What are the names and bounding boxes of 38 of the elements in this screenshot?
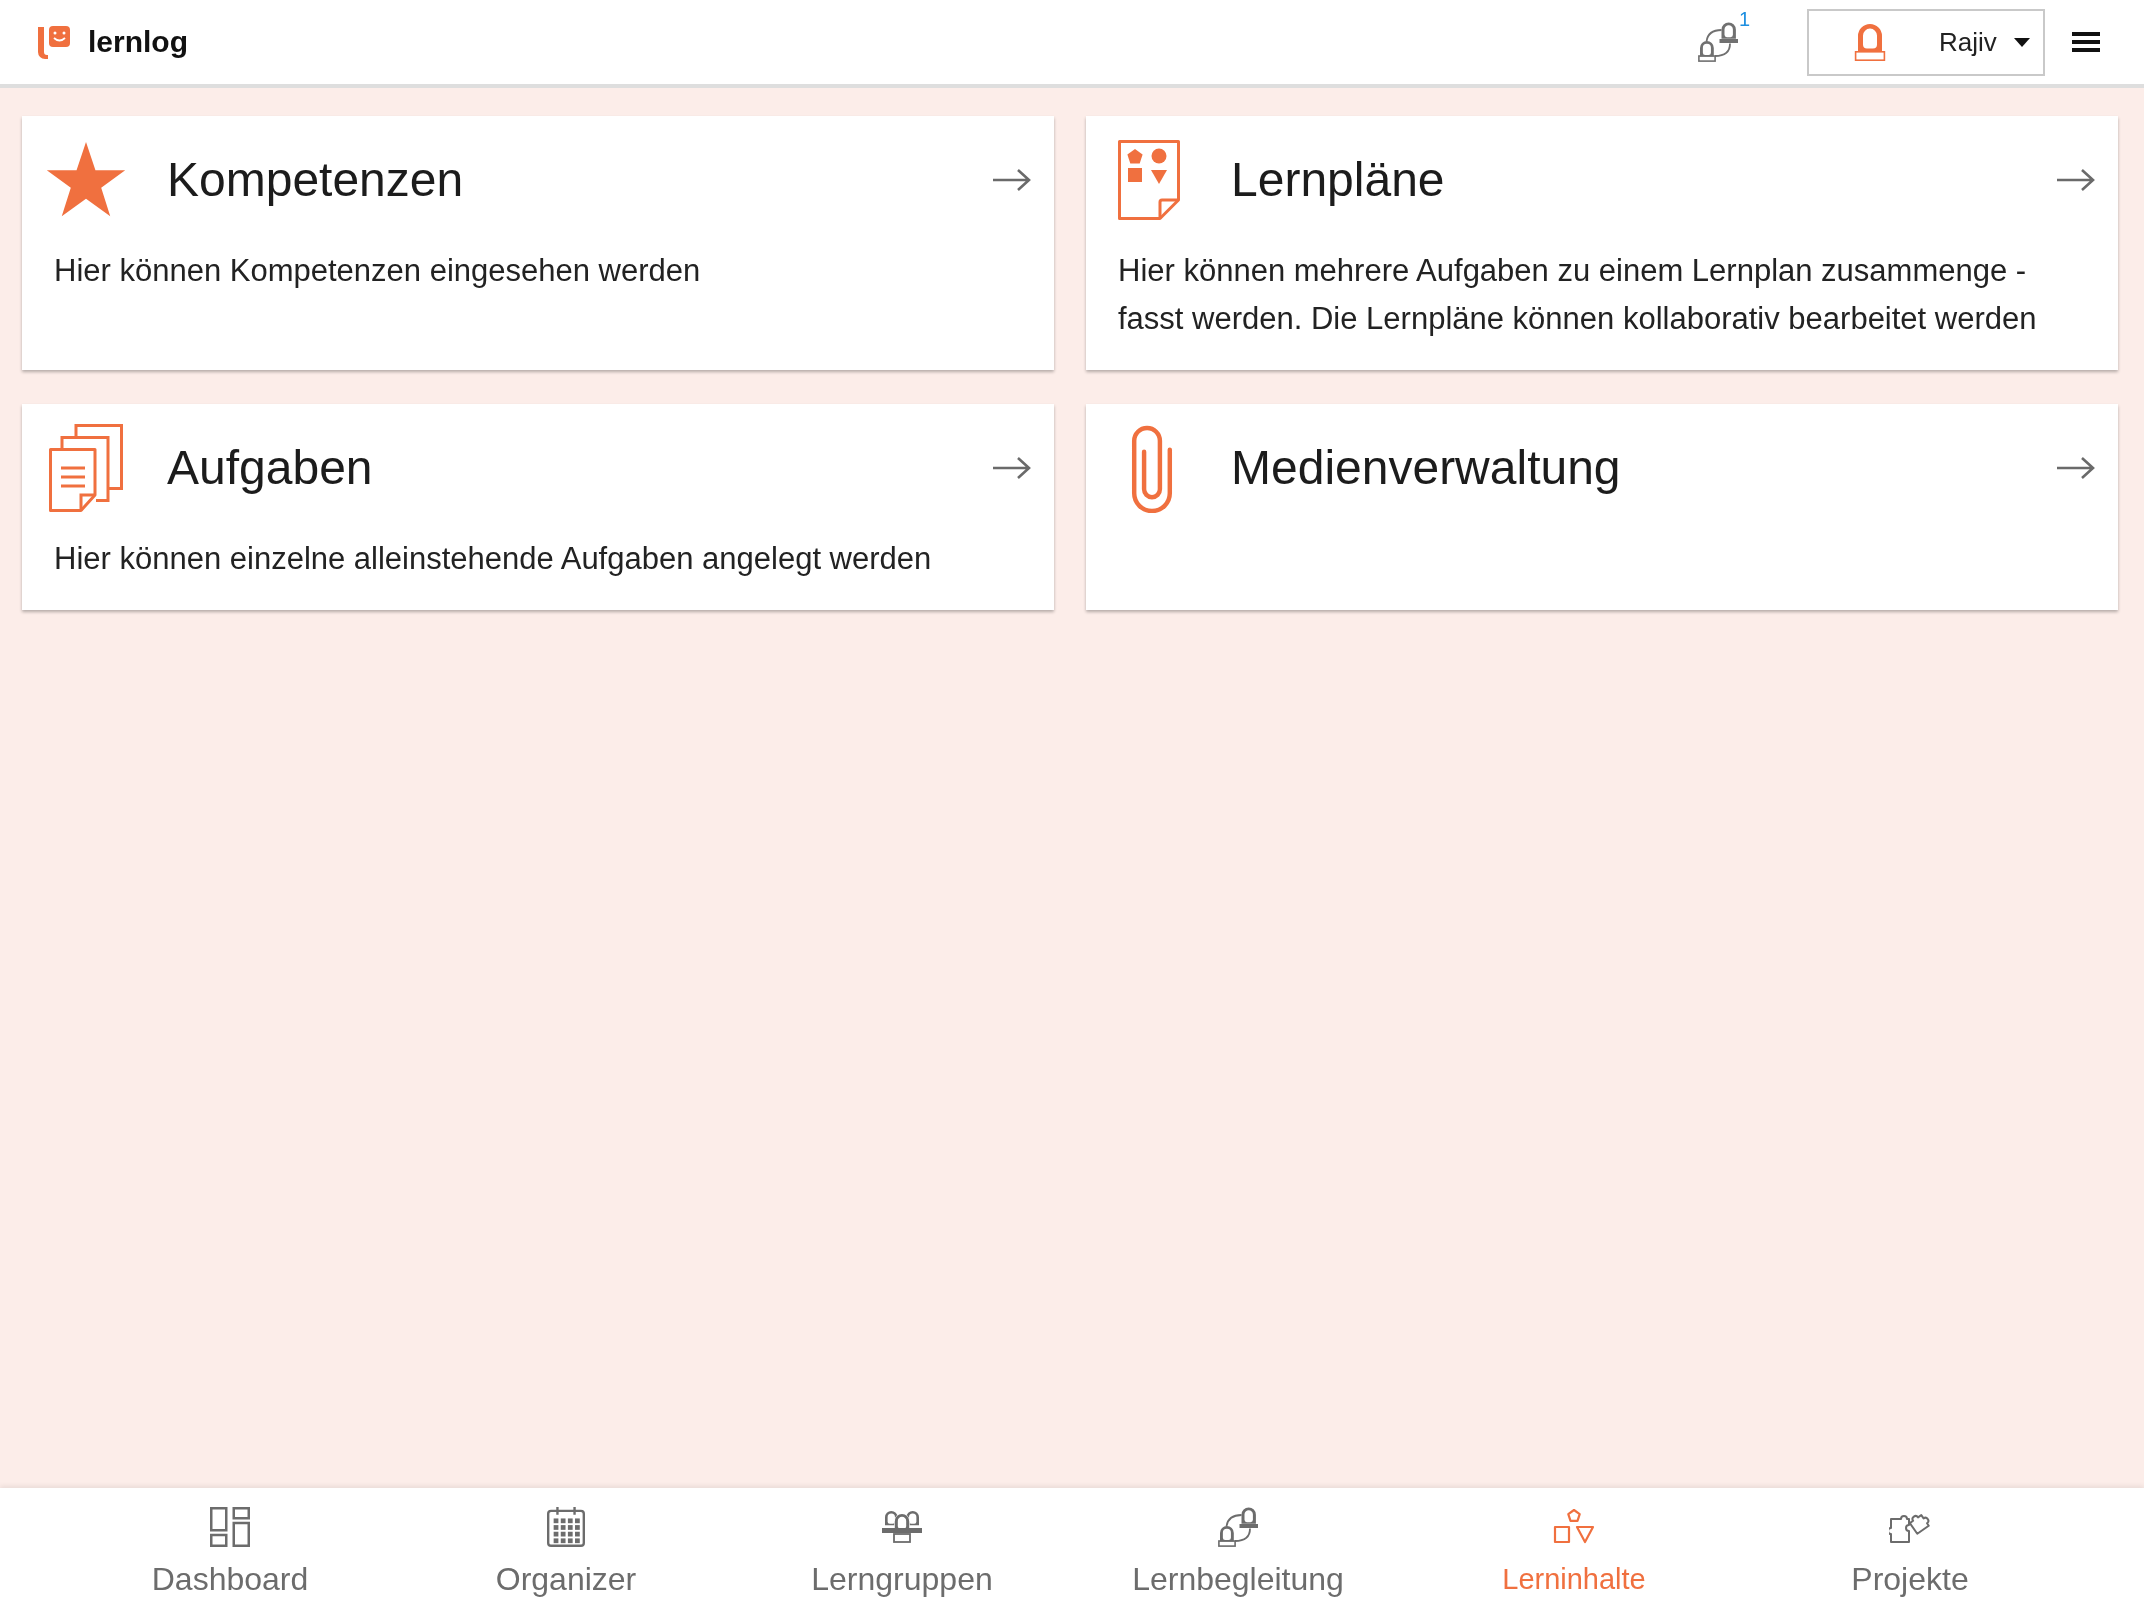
card-description: Hier können Kompetenzen eingesehen werden bbox=[54, 252, 702, 290]
document-shapes-icon bbox=[1118, 140, 1180, 220]
paperclip-icon bbox=[1129, 423, 1175, 513]
module-card[interactable]: Kompetenzen Hier können Kompetenzen eingesehen werden bbox=[22, 116, 1054, 370]
documents-icon bbox=[49, 424, 123, 512]
user-menu[interactable]: Rajiv bbox=[1807, 8, 2045, 76]
arrow-icon[interactable] bbox=[2056, 168, 2096, 192]
nav-tab[interactable]: Organizer bbox=[398, 1488, 734, 1604]
logo-text: lernlog bbox=[88, 24, 188, 60]
arrow-icon[interactable] bbox=[992, 168, 1032, 192]
nav-tab[interactable]: Dashboard bbox=[62, 1488, 398, 1604]
user-icon bbox=[1854, 22, 1886, 62]
dashboard-icon bbox=[210, 1507, 250, 1547]
nav-tab[interactable]: Lerninhalte bbox=[1406, 1488, 1742, 1604]
linked-users-icon[interactable] bbox=[1698, 22, 1738, 62]
nav-tab[interactable]: Lerngruppen bbox=[734, 1488, 1070, 1604]
arrow-icon[interactable] bbox=[992, 456, 1032, 480]
logo-icon bbox=[38, 25, 71, 59]
card-description: Hier können einzelne alleinstehende Aufgaben angelegt werden bbox=[54, 540, 933, 578]
module-card[interactable]: Aufgaben Hier können einzelne alleinstehende Aufgaben angelegt werden bbox=[22, 404, 1054, 610]
card-description: Hier können mehrere Aufgaben zu einem Lernplan zusammenge - fasst werden. Die Lernpläne können kollaborativ bearbeitet werden bbox=[1118, 252, 2038, 338]
module-card[interactable]: Lernpläne Hier können mehrere Aufgaben zu einem Lernplan zusammenge - fasst werden. Die Lernpläne können kollaborativ bearbeitet werden bbox=[1086, 116, 2118, 370]
group-icon bbox=[882, 1509, 922, 1545]
card-title: Lernpläne bbox=[1231, 152, 1446, 209]
calendar-icon bbox=[547, 1507, 585, 1547]
shapes-icon bbox=[1552, 1508, 1596, 1546]
menu-icon[interactable] bbox=[2072, 32, 2100, 52]
nav-tab[interactable]: Lernbegleitung bbox=[1070, 1488, 1406, 1604]
arrow-icon[interactable] bbox=[2056, 456, 2096, 480]
nav-tab[interactable]: Projekte bbox=[1742, 1488, 2078, 1604]
caret-icon bbox=[2014, 37, 2030, 47]
module-card[interactable]: Medienverwaltung bbox=[1086, 404, 2118, 610]
star-icon bbox=[46, 142, 126, 218]
linked-users-icon bbox=[1218, 1507, 1258, 1547]
card-title: Medienverwaltung bbox=[1231, 440, 1622, 497]
notification-count: 1 bbox=[1739, 9, 1751, 29]
card-title: Aufgaben bbox=[167, 440, 374, 497]
card-title: Kompetenzen bbox=[167, 152, 465, 209]
